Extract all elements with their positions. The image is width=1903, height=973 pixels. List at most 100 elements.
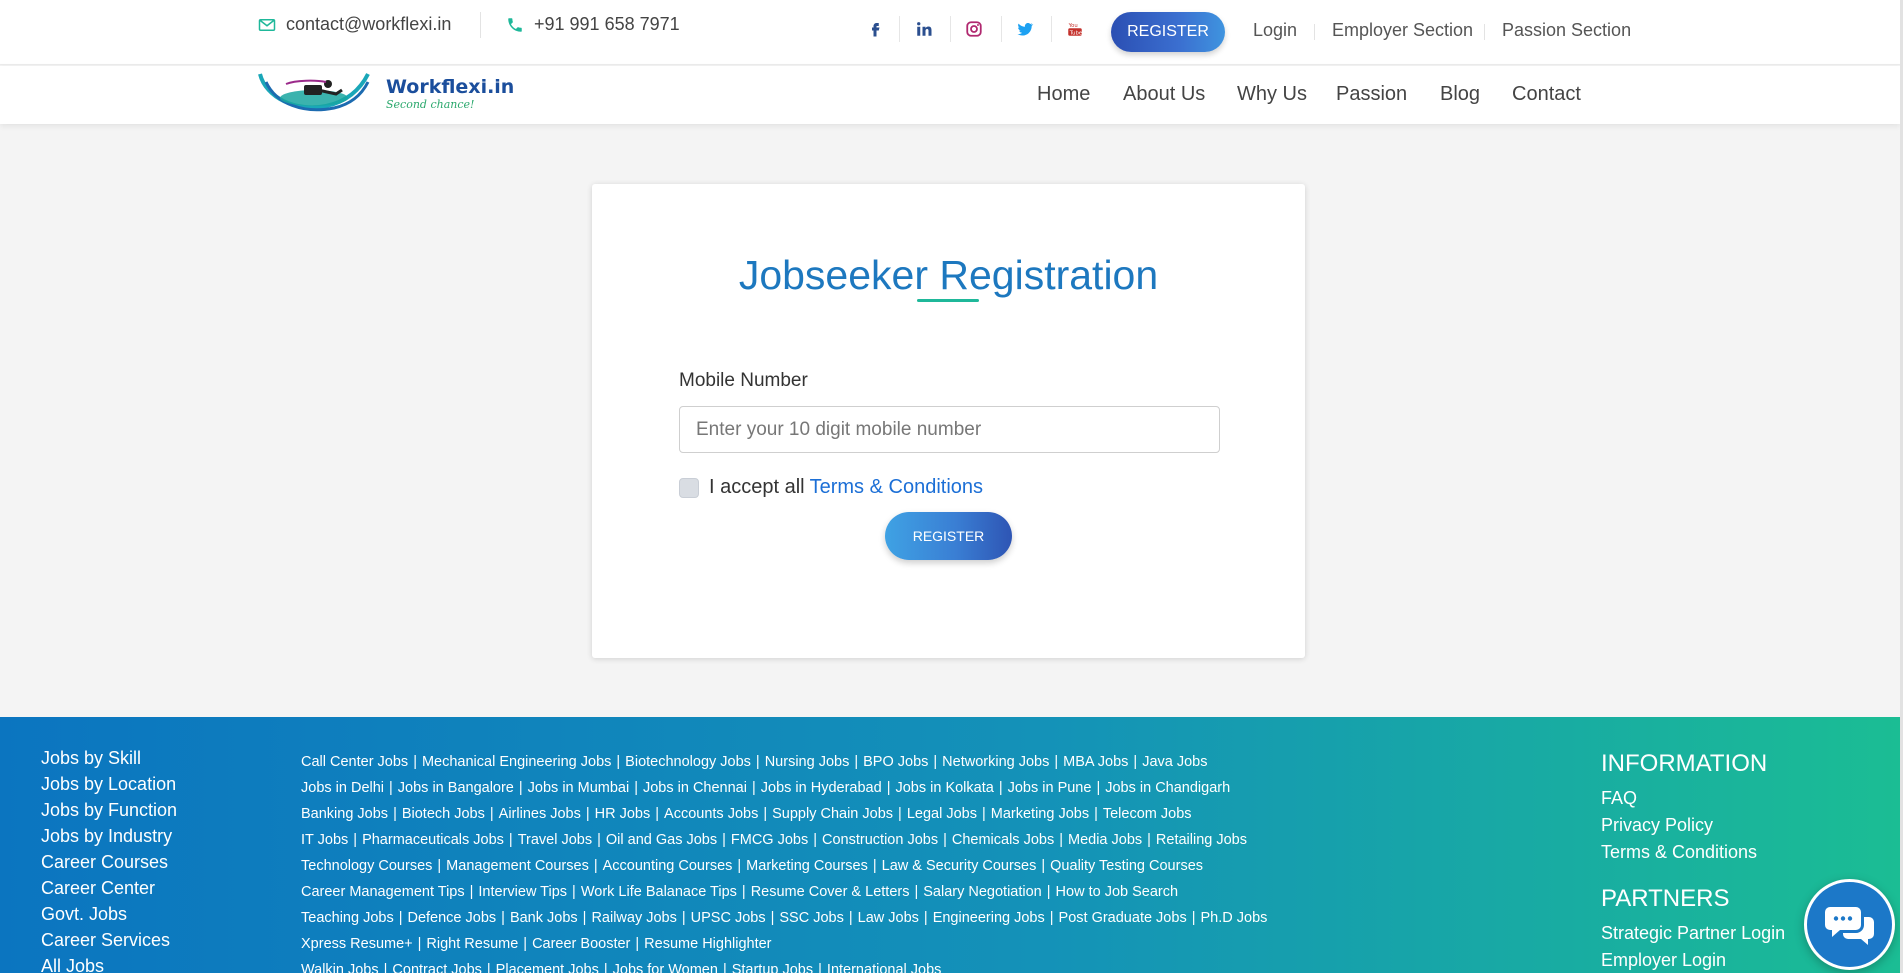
nav-home[interactable]: Home (1037, 83, 1090, 106)
nav-passion[interactable]: Passion (1336, 83, 1407, 106)
footer-job-link[interactable]: Construction Jobs (822, 832, 938, 848)
top-register-button[interactable]: REGISTER (1111, 12, 1225, 52)
footer-job-link[interactable]: Networking Jobs (942, 754, 1049, 770)
footer-job-link[interactable]: IT Jobs (301, 832, 348, 848)
footer-job-link[interactable]: Jobs in Chennai (643, 780, 747, 796)
footer-job-link[interactable]: Marketing Courses (746, 858, 868, 874)
footer-job-link[interactable]: Technology Courses (301, 858, 432, 874)
footer-job-link[interactable]: Xpress Resume+ (301, 936, 413, 952)
footer-terms-link[interactable]: Terms & Conditions (1601, 839, 1785, 866)
footer-job-link[interactable]: Call Center Jobs (301, 754, 408, 770)
footer-job-link[interactable]: Jobs in Kolkata (895, 780, 993, 796)
footer-job-link[interactable]: Nursing Jobs (765, 754, 850, 770)
footer-job-link[interactable]: Mechanical Engineering Jobs (422, 754, 611, 770)
footer-job-link[interactable]: Jobs for Women (613, 962, 718, 973)
chat-button[interactable] (1804, 879, 1895, 970)
terms-checkbox[interactable] (679, 477, 699, 498)
footer-job-link[interactable]: Jobs in Mumbai (528, 780, 630, 796)
footer-category-link[interactable]: Career Courses (41, 849, 177, 875)
footer-job-link[interactable]: Placement Jobs (496, 962, 599, 973)
footer-job-link[interactable]: Jobs in Hyderabad (761, 780, 882, 796)
facebook-icon[interactable] (865, 18, 885, 40)
employer-section-link[interactable]: Employer Section (1332, 20, 1473, 41)
footer-job-link[interactable]: Jobs in Bangalore (398, 780, 514, 796)
twitter-icon[interactable] (1015, 18, 1035, 40)
faq-link[interactable]: FAQ (1601, 785, 1785, 812)
nav-about-us[interactable]: About Us (1123, 83, 1205, 106)
footer-category-link[interactable]: Jobs by Function (41, 797, 177, 823)
nav-blog[interactable]: Blog (1440, 83, 1480, 106)
email-contact[interactable]: contact@workflexi.in (258, 14, 451, 35)
nav-why-us[interactable]: Why Us (1237, 83, 1307, 106)
login-link[interactable]: Login (1253, 20, 1297, 41)
mobile-number-input[interactable] (679, 406, 1220, 453)
linkedin-icon[interactable] (914, 18, 934, 40)
footer-job-link[interactable]: Resume Cover & Letters (751, 884, 910, 900)
footer-category-link[interactable]: Career Services (41, 927, 177, 953)
footer-job-link[interactable]: Jobs in Pune (1008, 780, 1092, 796)
privacy-policy-link[interactable]: Privacy Policy (1601, 812, 1785, 839)
footer-job-link[interactable]: Pharmaceuticals Jobs (362, 832, 504, 848)
footer-job-link[interactable]: Walkin Jobs (301, 962, 379, 973)
footer-job-link[interactable]: Travel Jobs (518, 832, 592, 848)
footer-job-link[interactable]: Engineering Jobs (933, 910, 1045, 926)
footer-category-link[interactable]: Jobs by Location (41, 771, 177, 797)
footer-job-link[interactable]: Teaching Jobs (301, 910, 394, 926)
footer-job-link[interactable]: Java Jobs (1142, 754, 1207, 770)
strategic-partner-login-link[interactable]: Strategic Partner Login (1601, 920, 1785, 947)
brand-logo[interactable]: Workflexi.in Second chance! (256, 68, 514, 120)
footer-job-link[interactable]: Legal Jobs (907, 806, 977, 822)
footer-job-link[interactable]: Ph.D Jobs (1200, 910, 1267, 926)
footer-job-link[interactable]: Career Management Tips (301, 884, 465, 900)
footer-job-link[interactable]: UPSC Jobs (691, 910, 766, 926)
footer-category-link[interactable]: Govt. Jobs (41, 901, 177, 927)
footer-job-link[interactable]: Accounts Jobs (664, 806, 758, 822)
footer-job-link[interactable]: Startup Jobs (732, 962, 813, 973)
footer-job-link[interactable]: Career Booster (532, 936, 630, 952)
footer-job-link[interactable]: Telecom Jobs (1103, 806, 1192, 822)
footer-job-link[interactable]: Law Jobs (858, 910, 919, 926)
footer-job-link[interactable]: Jobs in Chandigarh (1105, 780, 1230, 796)
footer-job-link[interactable]: BPO Jobs (863, 754, 928, 770)
footer-job-link[interactable]: Media Jobs (1068, 832, 1142, 848)
footer-job-link[interactable]: Biotech Jobs (402, 806, 485, 822)
passion-section-link[interactable]: Passion Section (1502, 20, 1631, 41)
footer-job-link[interactable]: HR Jobs (595, 806, 651, 822)
footer-job-link[interactable]: Management Courses (446, 858, 589, 874)
footer-job-link[interactable]: Interview Tips (478, 884, 567, 900)
phone-contact[interactable]: +91 991 658 7971 (506, 14, 680, 35)
footer-job-link[interactable]: Banking Jobs (301, 806, 388, 822)
nav-contact[interactable]: Contact (1512, 83, 1581, 106)
footer-job-link[interactable]: Quality Testing Courses (1050, 858, 1203, 874)
footer-job-link[interactable]: FMCG Jobs (731, 832, 808, 848)
footer-job-link[interactable]: Airlines Jobs (499, 806, 581, 822)
footer-job-link[interactable]: Resume Highlighter (644, 936, 771, 952)
footer-job-link[interactable]: Retailing Jobs (1156, 832, 1247, 848)
footer-job-link[interactable]: Post Graduate Jobs (1059, 910, 1187, 926)
footer-job-link[interactable]: Work Life Balanace Tips (581, 884, 737, 900)
footer-job-link[interactable]: SSC Jobs (779, 910, 843, 926)
youtube-icon[interactable]: You Tube (1065, 18, 1085, 40)
footer-job-link[interactable]: Railway Jobs (591, 910, 676, 926)
footer-job-link[interactable]: Marketing Jobs (991, 806, 1089, 822)
footer-job-link[interactable]: Accounting Courses (603, 858, 733, 874)
footer-job-link[interactable]: Bank Jobs (510, 910, 578, 926)
footer-category-link[interactable]: Jobs by Industry (41, 823, 177, 849)
footer-job-link[interactable]: How to Job Search (1056, 884, 1179, 900)
footer-category-link[interactable]: Career Center (41, 875, 177, 901)
terms-conditions-link[interactable]: Terms & Conditions (810, 476, 983, 499)
footer-job-link[interactable]: Biotechnology Jobs (625, 754, 751, 770)
footer-job-link[interactable]: Chemicals Jobs (952, 832, 1054, 848)
footer-job-link[interactable]: Oil and Gas Jobs (606, 832, 717, 848)
footer-category-link[interactable]: Jobs by Skill (41, 745, 177, 771)
register-submit-button[interactable]: REGISTER (885, 512, 1012, 560)
footer-job-link[interactable]: Law & Security Courses (882, 858, 1037, 874)
footer-job-link[interactable]: MBA Jobs (1063, 754, 1128, 770)
footer-job-link[interactable]: Right Resume (426, 936, 518, 952)
footer-job-link[interactable]: International Jobs (827, 962, 941, 973)
footer-job-link[interactable]: Contract Jobs (392, 962, 481, 973)
footer-job-link[interactable]: Jobs in Delhi (301, 780, 384, 796)
employer-login-link[interactable]: Employer Login (1601, 947, 1785, 973)
footer-job-link[interactable]: Defence Jobs (407, 910, 496, 926)
footer-category-link[interactable]: All Jobs (41, 953, 177, 973)
